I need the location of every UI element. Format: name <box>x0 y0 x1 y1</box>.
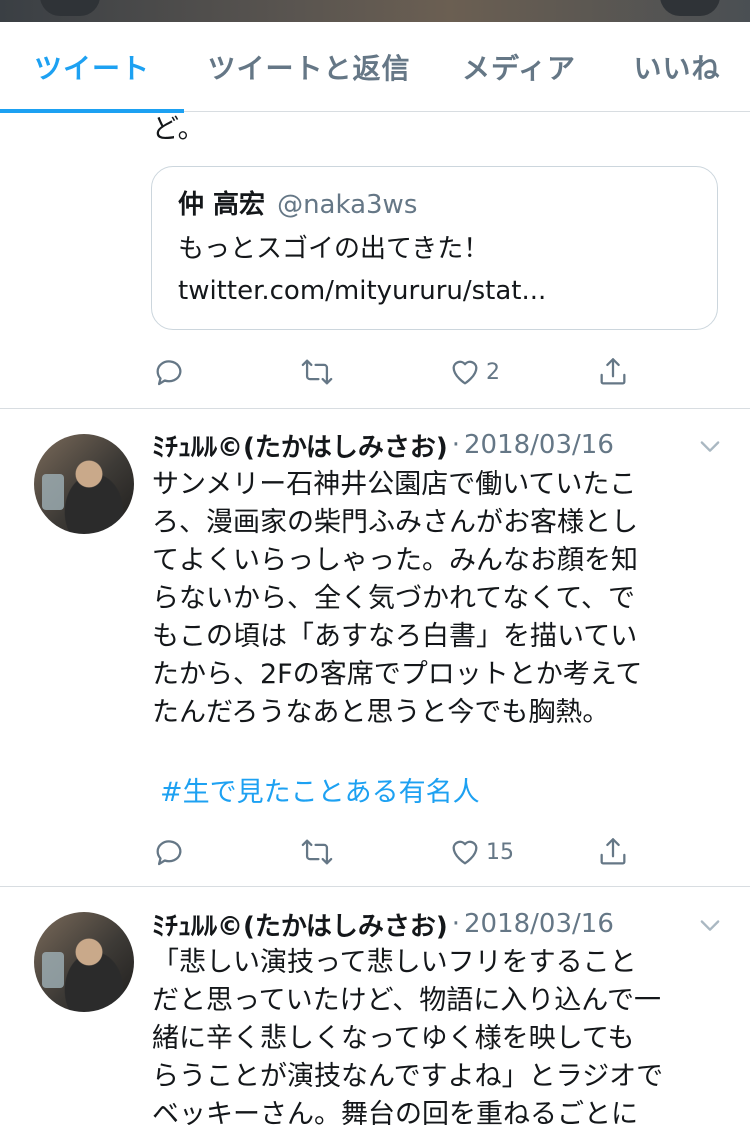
retweet-icon <box>301 839 333 865</box>
reply-button[interactable] <box>152 832 186 872</box>
quoted-tweet-card[interactable]: 仲 高宏 @naka3ws もっとスゴイの出てきた！ twitter.com/mi… <box>151 166 718 330</box>
tweet-text: 「悲しい演技って悲しいフリをすること だと思っていたけど、物語に入り込んで一 緒… <box>152 944 712 1125</box>
header-separator: · <box>451 909 460 939</box>
like-button[interactable]: 2 <box>448 352 500 392</box>
tweet-text-line: だと思っていたけど、物語に入り込んで一 <box>152 985 661 1016</box>
tweet-text-line: ろ、漫画家の柴門ふみさんがお客様とし <box>152 507 638 538</box>
like-count: 2 <box>486 359 500 385</box>
retweet-icon <box>301 359 333 385</box>
reply-button[interactable] <box>152 352 186 392</box>
avatar-detail <box>42 952 64 988</box>
reply-icon <box>156 360 182 386</box>
tweet-text-line: たんだろうなあと思うと今でも胸熱。 <box>152 697 610 728</box>
hashtag-link[interactable]: #生で見たことある有名人 <box>160 774 480 812</box>
chevron-down-icon[interactable] <box>696 432 724 460</box>
avatar[interactable] <box>34 912 134 1012</box>
quoted-tweet-text: もっとスゴイの出てきた！ <box>178 234 490 264</box>
like-icon <box>452 840 478 865</box>
avatar[interactable] <box>34 434 134 534</box>
share-icon <box>600 358 626 385</box>
header-image-fragment <box>40 0 100 16</box>
tweet-header: ﾐﾁｭﾙﾙ©(たかはしみさお) · 2018/03/16 <box>152 425 712 465</box>
share-button[interactable] <box>596 352 630 392</box>
avatar-detail <box>42 474 64 510</box>
tweet-text-continuation: ど。 <box>152 114 205 145</box>
like-icon <box>452 360 478 385</box>
quoted-tweet-link[interactable]: twitter.com/mityururu/stat... <box>178 271 691 311</box>
quoted-author-name: 仲 高宏 <box>178 190 266 220</box>
quoted-tweet-header: 仲 高宏 @naka3ws <box>178 187 691 223</box>
tweet-text-line: てよくいらっしゃった。みんなお顔を知 <box>152 545 638 576</box>
tweet-text-line: 「悲しい演技って悲しいフリをすること <box>152 947 637 978</box>
share-icon <box>600 838 626 865</box>
retweet-button[interactable] <box>300 832 334 872</box>
author-name[interactable]: ﾐﾁｭﾙﾙ©(たかはしみさお) <box>152 427 448 464</box>
header-separator: · <box>451 430 460 460</box>
tweet-header: ﾐﾁｭﾙﾙ©(たかはしみさお) · 2018/03/16 <box>152 904 712 944</box>
tweet-divider <box>0 408 750 409</box>
tweet-date[interactable]: 2018/03/16 <box>464 909 614 939</box>
tweet-text-line: 緒に辛く悲しくなってゆく様を映しても <box>152 1023 635 1054</box>
tweet-divider <box>0 886 750 887</box>
tweet-text-line: サンメリー石神井公園店で働いていたこ <box>152 469 637 500</box>
tab-likes[interactable]: いいね <box>604 22 750 112</box>
tweet-text-line: らうことが演技なんですよね」とラジオで <box>152 1061 664 1092</box>
like-count: 15 <box>486 839 514 865</box>
profile-tabs: ツイート ツイートと返信 メディア いいね <box>0 22 750 113</box>
tweet-text-line: たから、2Fの客席でプロットとか考えて <box>152 659 643 690</box>
header-image-fragment <box>660 0 720 16</box>
tweet-actions: 15 <box>152 832 652 872</box>
tweet-actions: 2 <box>152 352 652 392</box>
tab-media[interactable]: メディア <box>434 22 604 112</box>
tweet-text-line: ベッキーさん。舞台の回を重ねるごとに <box>152 1099 638 1125</box>
author-name[interactable]: ﾐﾁｭﾙﾙ©(たかはしみさお) <box>152 906 448 943</box>
tweet-text-line: もこの頃は「あすなろ白書」を描いてい <box>152 621 638 652</box>
reply-icon <box>156 840 182 866</box>
tab-tweets[interactable]: ツイート <box>0 22 184 113</box>
tweet-date[interactable]: 2018/03/16 <box>464 430 614 460</box>
like-button[interactable]: 15 <box>448 832 514 872</box>
share-button[interactable] <box>596 832 630 872</box>
tweet-text-line: らないから、全く気づかれてなくて、で <box>152 583 636 614</box>
retweet-button[interactable] <box>300 352 334 392</box>
tweet-text: サンメリー石神井公園店で働いていたこ ろ、漫画家の柴門ふみさんがお客様とし てよ… <box>152 466 712 732</box>
quoted-author-handle: @naka3ws <box>277 190 418 220</box>
top-image-strip <box>0 0 750 22</box>
chevron-down-icon[interactable] <box>696 911 724 939</box>
tab-tweets-and-replies[interactable]: ツイートと返信 <box>184 22 434 112</box>
